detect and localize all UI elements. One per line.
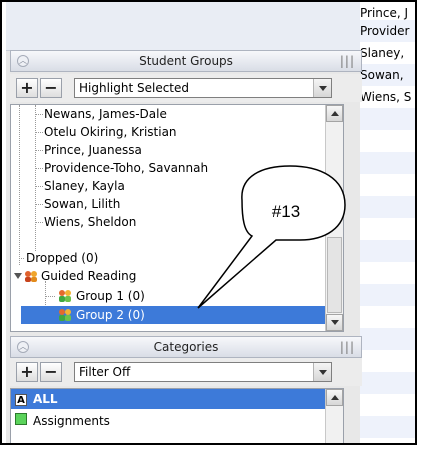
highlight-mode-select[interactable]: Highlight Selected: [74, 78, 332, 98]
add-group-button[interactable]: +: [16, 78, 38, 98]
tree-item-label: Slaney, Kayla: [44, 179, 125, 193]
list-row: [360, 262, 415, 284]
tree-item-label: Group 1 (0): [76, 289, 145, 303]
scroll-thumb[interactable]: [327, 237, 342, 313]
list-row-text: Provider: [360, 24, 410, 38]
tree-item-label: Dropped (0): [26, 251, 99, 265]
tree-item-guided-reading[interactable]: Guided Reading: [11, 267, 343, 285]
list-row: [360, 328, 415, 350]
sidebar: ︿ Student Groups ||| + − Highlight Selec…: [6, 2, 362, 443]
tree-item-student[interactable]: Prince, Juanessa: [11, 141, 343, 159]
list-row: [360, 240, 415, 262]
categories-header[interactable]: ︿ Categories |||: [10, 336, 362, 358]
tree-scrollbar[interactable]: [325, 105, 343, 331]
tree-item-label: Providence-Toho, Savannah: [44, 161, 209, 175]
list-row: [360, 218, 415, 240]
tree-item-student[interactable]: Slaney, Kayla: [11, 177, 343, 195]
list-row[interactable]: Slaney,: [360, 42, 415, 64]
list-row: [360, 130, 415, 152]
add-category-button[interactable]: +: [16, 362, 38, 382]
tree-item-label: Group 2 (0): [76, 308, 145, 322]
categories-list: A ALL Assignments: [10, 388, 344, 443]
list-row: [360, 174, 415, 196]
student-groups-toolbar: + − Highlight Selected: [10, 74, 362, 102]
category-label: Assignments: [33, 414, 110, 428]
drag-grip-icon[interactable]: |||: [340, 54, 355, 68]
list-row-text: Wiens, S: [360, 90, 412, 104]
all-icon: A: [15, 389, 27, 409]
tree-item-label: Wiens, Sheldon: [44, 215, 137, 229]
list-row[interactable]: Provider: [360, 20, 415, 42]
list-row-text: Slaney,: [360, 46, 405, 60]
sidebar-top-area: [6, 2, 360, 51]
app-window: Prince, J Provider Slaney, Sowan, Wiens,…: [0, 0, 417, 445]
scroll-down-icon[interactable]: [326, 314, 343, 331]
remove-group-button[interactable]: −: [40, 78, 62, 98]
tree-item-dropped[interactable]: Dropped (0): [11, 249, 343, 267]
list-row-text: Prince, J: [360, 6, 409, 20]
categories-toolbar: + − Filter Off: [10, 358, 362, 386]
tree-item-label: Otelu Okiring, Kristian: [44, 125, 177, 139]
categories-scrollbar[interactable]: [325, 389, 343, 443]
list-row-text: Sowan,: [360, 68, 404, 82]
dropdown-arrow-icon[interactable]: [313, 79, 331, 97]
tree-item-label: Sowan, Lilith: [44, 197, 121, 211]
list-row: [360, 306, 415, 328]
categories-title: Categories: [153, 340, 219, 354]
filter-select[interactable]: Filter Off: [74, 362, 332, 382]
category-item-assignments[interactable]: Assignments: [11, 411, 343, 431]
student-groups-title: Student Groups: [139, 54, 233, 68]
assignments-icon: [15, 411, 27, 431]
callout-label: #13: [271, 202, 301, 221]
list-row: [360, 372, 415, 394]
scroll-up-icon[interactable]: [326, 105, 343, 122]
list-row: [360, 196, 415, 218]
highlight-mode-value: Highlight Selected: [79, 81, 190, 95]
group-people-icon: [57, 306, 73, 329]
list-row: [360, 284, 415, 306]
list-row[interactable]: Wiens, S: [360, 86, 415, 108]
tree-item-group-selected[interactable]: Group 2 (0): [21, 306, 343, 324]
list-row: [360, 350, 415, 372]
tree-item-label: Guided Reading: [41, 269, 137, 283]
tree-item-label: Prince, Juanessa: [44, 143, 142, 157]
student-list-pane: Prince, J Provider Slaney, Sowan, Wiens,…: [360, 2, 415, 443]
tree-item-student[interactable]: Otelu Okiring, Kristian: [11, 123, 343, 141]
remove-category-button[interactable]: −: [40, 362, 62, 382]
tree-item-student[interactable]: Providence-Toho, Savannah: [11, 159, 343, 177]
drag-grip-icon[interactable]: |||: [340, 340, 355, 354]
list-row: [360, 416, 415, 438]
category-item-all[interactable]: A ALL: [11, 389, 343, 409]
list-row[interactable]: Sowan,: [360, 64, 415, 86]
tree-item-group[interactable]: Group 1 (0): [11, 287, 343, 305]
scroll-up-icon[interactable]: [326, 389, 343, 406]
category-label: ALL: [33, 392, 58, 406]
tree-item-label: Newans, James-Dale: [44, 107, 167, 121]
list-row: [360, 108, 415, 130]
list-row: [360, 394, 415, 416]
list-row: [360, 152, 415, 174]
student-groups-header[interactable]: ︿ Student Groups |||: [10, 50, 362, 72]
dropdown-arrow-icon[interactable]: [313, 363, 331, 381]
tree-item-student[interactable]: Newans, James-Dale: [11, 105, 343, 123]
filter-value: Filter Off: [79, 365, 131, 379]
